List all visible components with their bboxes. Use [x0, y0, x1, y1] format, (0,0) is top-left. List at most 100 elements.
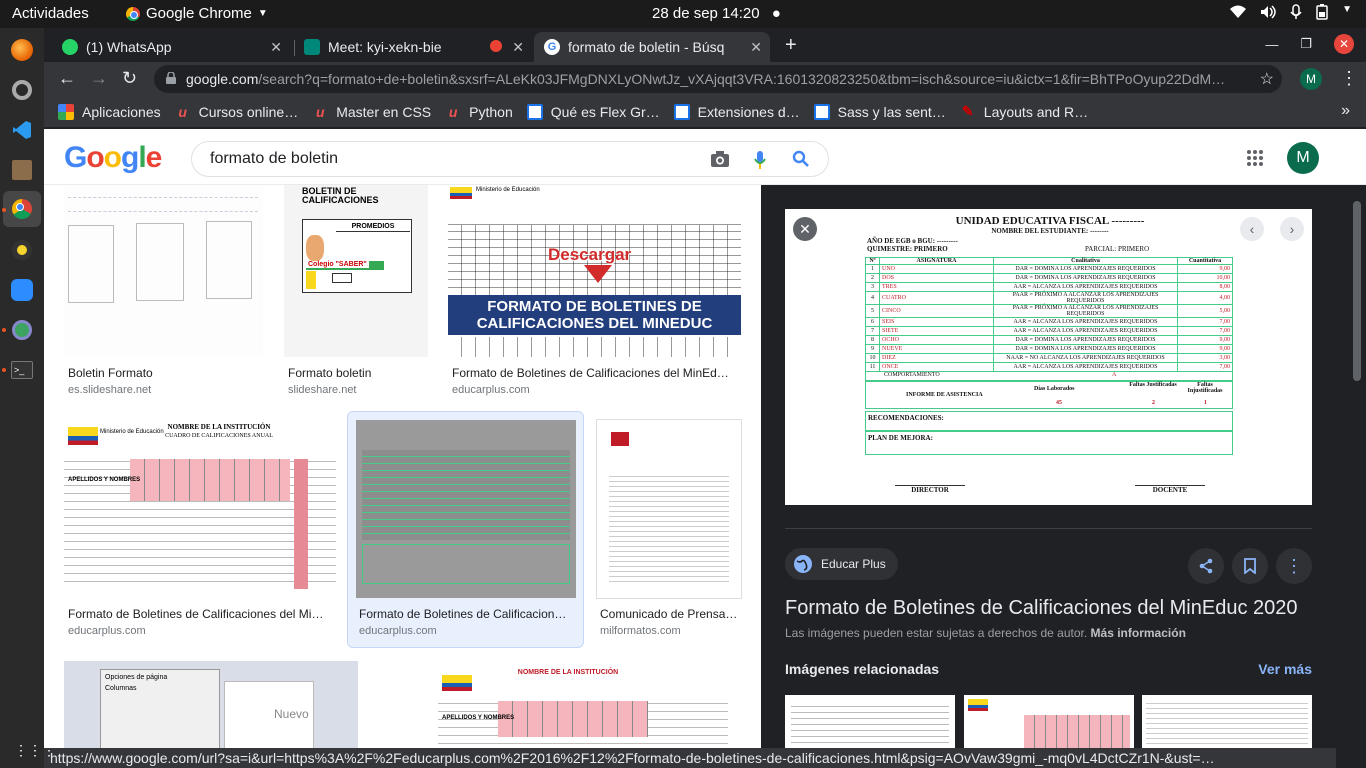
bookmark-master-css[interactable]: u Master en CSS: [312, 104, 431, 120]
more-info-link[interactable]: Más información: [1091, 626, 1186, 640]
profile-avatar[interactable]: M: [1300, 68, 1322, 90]
grade-cell-qual: AAR = ALCANZA LOS APRENDIZAJES REQUERIDO…: [993, 317, 1178, 327]
apps-grid-icon: [58, 103, 74, 120]
clock[interactable]: 28 de sep 14:20 ●: [652, 5, 781, 22]
account-avatar[interactable]: M: [1287, 142, 1319, 174]
image-result[interactable]: BOLETIN DE CALIFICACIONES PROMEDIOS Cole…: [284, 185, 434, 400]
microphone-search-icon[interactable]: [754, 150, 766, 170]
image-result[interactable]: Boletin Formato es.slideshare.net: [64, 185, 264, 400]
maximize-icon[interactable]: ❐: [1300, 36, 1312, 52]
preview-image[interactable]: UNIDAD EDUCATIVA FISCAL --------- NOMBRE…: [785, 209, 1312, 505]
source-chip[interactable]: Educar Plus: [785, 548, 898, 580]
result-source[interactable]: educarplus.com: [359, 625, 437, 637]
result-thumbnail[interactable]: NOMBRE DE LA INSTITUCIÓN APELLIDOS Y NOM…: [378, 661, 741, 748]
zoom-icon[interactable]: [8, 276, 36, 304]
bookmark-layouts[interactable]: ✎ Layouts and R…: [960, 103, 1089, 120]
related-image[interactable]: [964, 695, 1134, 748]
minimize-icon[interactable]: —: [1265, 37, 1278, 52]
more-bookmarks-icon[interactable]: »: [1341, 102, 1350, 120]
settings-icon[interactable]: [8, 76, 36, 104]
next-image-icon[interactable]: ›: [1280, 217, 1304, 241]
scrollbar-thumb[interactable]: [1353, 201, 1361, 381]
result-source[interactable]: educarplus.com: [452, 384, 530, 396]
image-result-selected[interactable]: Formato de Boletines de Calificacion… ed…: [347, 411, 584, 648]
address-bar[interactable]: google.com/search?q=formato+de+boletin&s…: [154, 65, 1282, 93]
image-result[interactable]: Ministerio de Educación NOMBRE DE LA INS…: [64, 419, 336, 639]
rhythmbox-icon[interactable]: [8, 236, 36, 264]
close-preview-icon[interactable]: ✕: [793, 217, 817, 241]
chrome-menu-icon[interactable]: ⋮: [1340, 68, 1358, 89]
tab-google-search[interactable]: G formato de boletin - Búsq ✕: [534, 32, 770, 62]
activities-button[interactable]: Actividades: [12, 5, 89, 22]
search-icon[interactable]: [792, 150, 810, 168]
result-title[interactable]: Boletin Formato: [68, 366, 264, 380]
result-source[interactable]: milformatos.com: [600, 625, 681, 637]
result-thumbnail[interactable]: BOLETIN DE CALIFICACIONES PROMEDIOS Cole…: [284, 185, 428, 357]
more-options-icon[interactable]: ⋮: [1276, 548, 1312, 584]
close-tab-icon[interactable]: ✕: [750, 39, 762, 56]
result-title[interactable]: Formato boletin: [288, 366, 428, 380]
result-title[interactable]: Formato de Boletines de Calificaciones d…: [68, 607, 334, 621]
result-source[interactable]: slideshare.net: [288, 384, 357, 396]
related-image[interactable]: [785, 695, 955, 748]
bookmark-python[interactable]: u Python: [445, 104, 513, 120]
related-image[interactable]: [1142, 695, 1312, 748]
result-source[interactable]: es.slideshare.net: [68, 384, 151, 396]
google-logo[interactable]: Google: [64, 141, 162, 175]
result-title[interactable]: Formato de Boletines de Calificacion…: [359, 607, 573, 621]
result-thumbnail[interactable]: Ministerio de Educación Descargar FORMAT…: [448, 185, 741, 357]
image-result[interactable]: NOMBRE DE LA INSTITUCIÓN APELLIDOS Y NOM…: [378, 661, 741, 748]
grade-cell-subject: SEIS: [879, 317, 994, 327]
share-button[interactable]: [1188, 548, 1224, 584]
bookmark-flex-grid[interactable]: Qué es Flex Gr…: [526, 103, 660, 120]
result-source[interactable]: educarplus.com: [68, 625, 146, 637]
result-thumbnail[interactable]: Ministerio de Educación NOMBRE DE LA INS…: [64, 419, 336, 599]
result-thumbnail[interactable]: [596, 419, 742, 599]
chromium-icon[interactable]: [8, 316, 36, 344]
reload-icon[interactable]: ↻: [122, 68, 137, 89]
grade-cell-quant: 10,00: [1177, 273, 1233, 283]
files-icon[interactable]: [8, 156, 36, 184]
result-title[interactable]: Comunicado de Prensa…: [600, 607, 744, 621]
image-result[interactable]: Comunicado de Prensa… milformatos.com: [596, 419, 744, 639]
bookmark-star-icon[interactable]: ☆: [1260, 69, 1274, 89]
result-thumbnail[interactable]: Opciones de página Columnas Nuevo: [64, 661, 358, 748]
search-input[interactable]: [210, 147, 690, 171]
page-scrollbar[interactable]: [1336, 185, 1366, 748]
url-path: /search?q=formato+de+boletin&sxsrf=ALeKk…: [258, 71, 1226, 87]
grade-cell-quant: 9,00: [1177, 335, 1233, 345]
close-tab-icon[interactable]: ✕: [512, 39, 524, 56]
previous-image-icon[interactable]: ‹: [1240, 217, 1264, 241]
result-thumbnail[interactable]: [64, 185, 263, 357]
forward-icon[interactable]: →: [90, 68, 108, 89]
close-tab-icon[interactable]: ✕: [270, 39, 282, 56]
bookmark-label: Layouts and R…: [983, 103, 1089, 120]
image-result[interactable]: Opciones de página Columnas Nuevo: [64, 661, 358, 748]
bookmark-sass[interactable]: Sass y las sent…: [813, 103, 946, 120]
terminal-icon[interactable]: >_: [8, 356, 36, 384]
camera-icon[interactable]: [710, 150, 730, 168]
app-menu[interactable]: Google Chrome ▼: [126, 5, 268, 22]
bookmark-apps[interactable]: Aplicaciones: [58, 103, 161, 120]
vscode-icon[interactable]: [8, 116, 36, 144]
bookmark-extensiones[interactable]: Extensiones d…: [673, 103, 800, 120]
result-title[interactable]: Formato de Boletines de Calificaciones d…: [452, 366, 740, 380]
preview-title[interactable]: Formato de Boletines de Calificaciones d…: [785, 597, 1298, 620]
bookmark-cursos[interactable]: u Cursos online…: [175, 104, 298, 120]
tab-whatsapp[interactable]: (1) WhatsApp ✕: [52, 32, 290, 62]
system-tray[interactable]: ▼: [1230, 4, 1352, 20]
tab-meet[interactable]: Meet: kyi-xekn-bie ✕: [294, 32, 532, 62]
firefox-icon[interactable]: [8, 36, 36, 64]
close-window-icon[interactable]: ✕: [1334, 34, 1354, 54]
result-thumbnail[interactable]: [356, 420, 576, 598]
doc-parcial: PARCIAL: PRIMERO: [1085, 245, 1150, 253]
see-more-link[interactable]: Ver más: [1258, 661, 1312, 677]
save-button[interactable]: [1232, 548, 1268, 584]
col-header: Nº: [865, 257, 880, 265]
new-tab-button[interactable]: +: [785, 34, 797, 57]
back-icon[interactable]: ←: [58, 68, 76, 89]
chrome-dock-icon[interactable]: [3, 191, 41, 227]
google-apps-icon[interactable]: [1246, 149, 1264, 167]
show-applications-icon[interactable]: ⋮⋮⋮: [14, 742, 56, 759]
image-result[interactable]: Ministerio de Educación Descargar FORMAT…: [448, 185, 742, 400]
